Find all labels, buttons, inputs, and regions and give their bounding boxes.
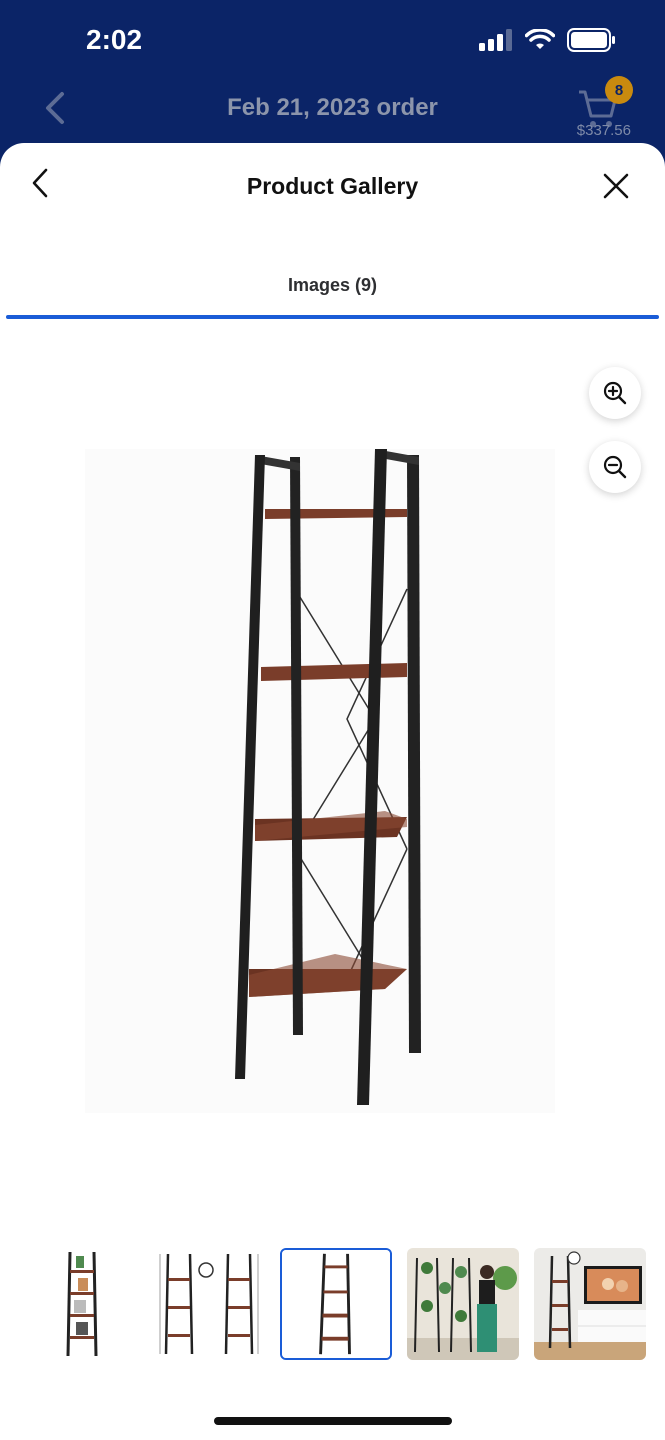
gallery-tabs: Images (9) — [6, 253, 659, 319]
product-image-ladder-shelf — [85, 449, 555, 1113]
tab-images[interactable]: Images (9) — [6, 253, 659, 317]
thumbnail-ladder-shelf-plain[interactable] — [280, 1248, 392, 1360]
zoom-in-icon — [603, 381, 627, 405]
background-app-header: 2:02 Feb 21, 2023 order 8 $337.56 — [0, 0, 665, 160]
thumbnail-strip — [0, 1248, 665, 1362]
thumbnail-image — [282, 1250, 390, 1358]
image-viewer[interactable] — [0, 319, 665, 1219]
thumbnail-ladder-shelf-living-room[interactable] — [534, 1248, 646, 1360]
thumbnail-image — [407, 1248, 519, 1360]
sheet-title: Product Gallery — [246, 173, 419, 199]
zoom-out-icon — [603, 455, 627, 479]
close-icon — [603, 173, 629, 199]
thumbnail-image — [534, 1248, 646, 1360]
home-indicator — [214, 1417, 452, 1425]
wifi-icon — [525, 29, 555, 49]
zoom-out-button[interactable] — [589, 441, 641, 493]
signal-icon — [479, 29, 512, 51]
thumbnail-ladder-shelf-dimensions[interactable] — [154, 1248, 266, 1360]
cart-badge: 8 — [605, 76, 633, 104]
sheet-header: Product Gallery — [0, 143, 665, 233]
close-button[interactable] — [601, 171, 631, 201]
product-gallery-sheet: Product Gallery Images (9) — [0, 143, 665, 1440]
thumbnail-image — [154, 1248, 266, 1360]
thumbnail-image — [28, 1248, 140, 1360]
status-icons — [479, 28, 617, 52]
thumbnail-ladder-shelf-with-items[interactable] — [28, 1248, 140, 1360]
status-time: 2:02 — [86, 24, 143, 55]
battery-icon — [567, 28, 615, 52]
cart-total: $337.56 — [576, 122, 631, 139]
zoom-in-button[interactable] — [589, 367, 641, 419]
thumbnail-ladder-shelf-with-plants[interactable] — [407, 1248, 519, 1360]
